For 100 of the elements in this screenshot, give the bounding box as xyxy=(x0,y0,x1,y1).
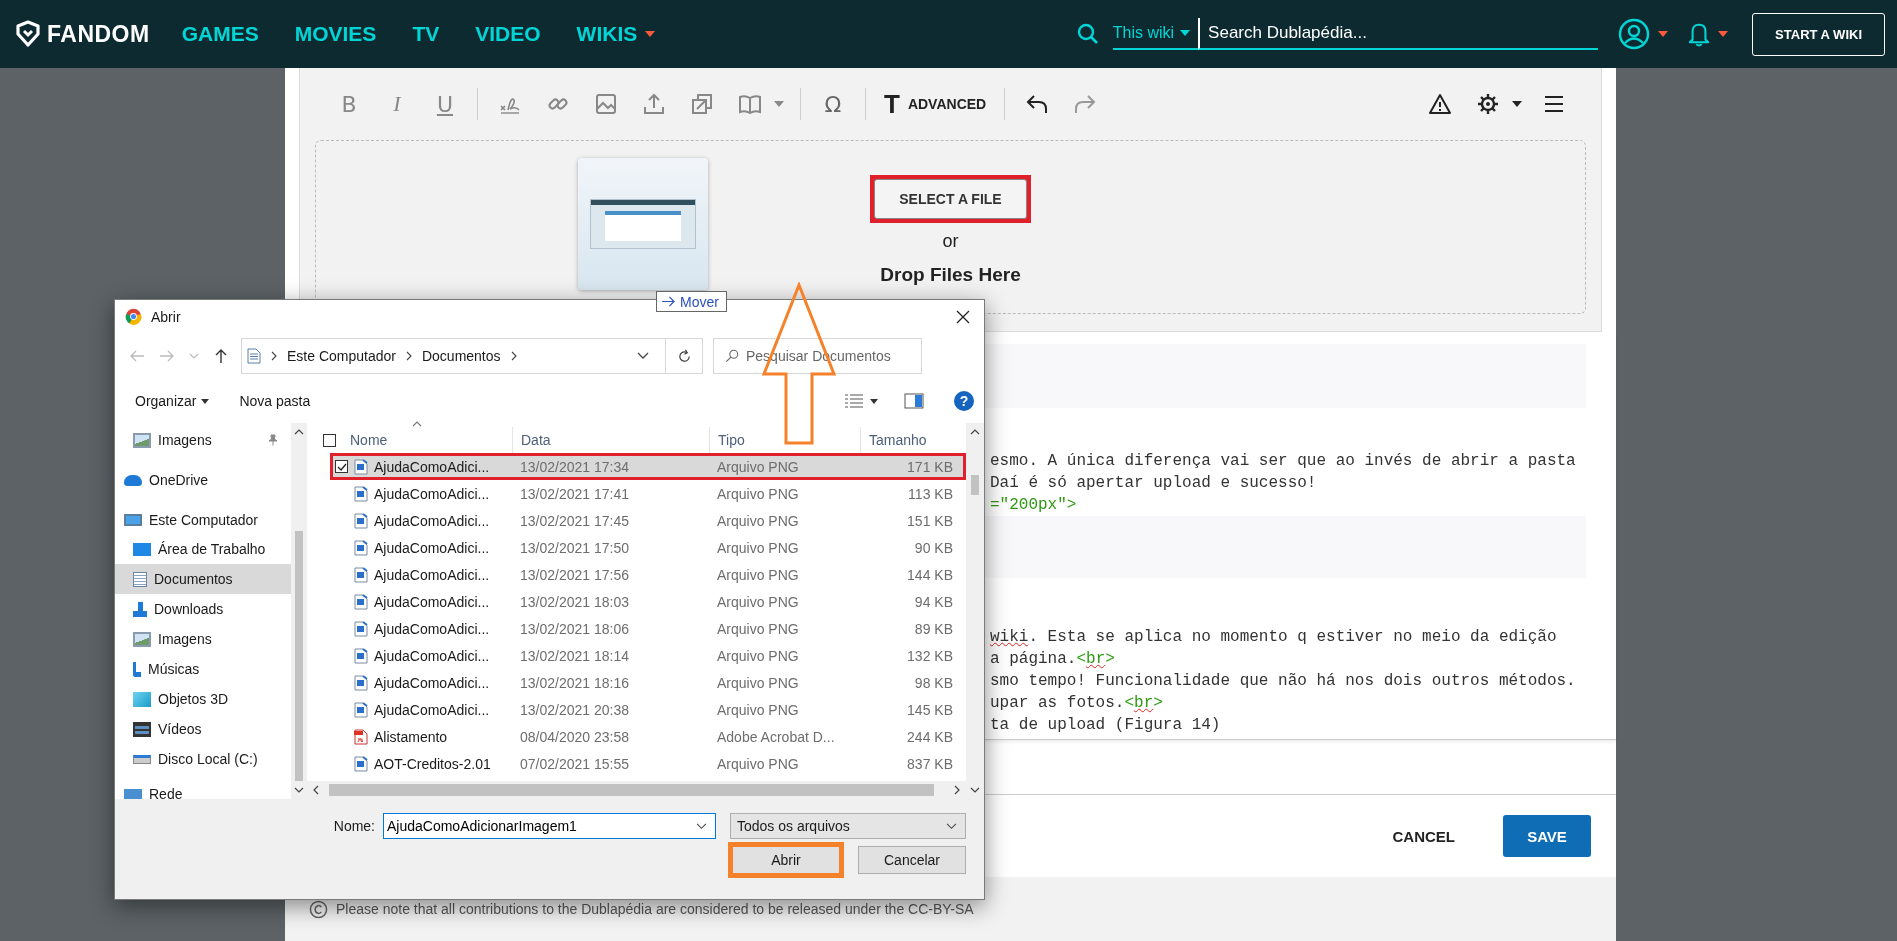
file-row[interactable]: AjudaComoAdici... 13/02/2021 17:41 Arquivo PNG 113 KB xyxy=(330,480,966,507)
scroll-down-icon[interactable] xyxy=(294,787,304,793)
navigation-item[interactable]: Músicas xyxy=(115,654,291,684)
navigation-item[interactable]: Disco Local (C:) xyxy=(115,744,291,774)
file-row[interactable]: AjudaComoAdici... 13/02/2021 20:38 Arquivo PNG 145 KB xyxy=(330,696,966,723)
scroll-thumb[interactable] xyxy=(295,531,303,781)
nav-link[interactable]: TV xyxy=(412,22,440,46)
image-file-icon xyxy=(354,701,368,718)
file-row[interactable]: AjudaComoAdici... 13/02/2021 17:34 Arquivo PNG 171 KB xyxy=(330,453,966,480)
file-name: AjudaComoAdici... xyxy=(374,566,490,583)
nav-link[interactable]: GAMES xyxy=(181,22,259,46)
preview-pane-icon[interactable] xyxy=(904,393,924,409)
file-size: 94 KB xyxy=(913,593,954,610)
scroll-left-icon[interactable] xyxy=(313,785,319,795)
caret-icon xyxy=(1180,30,1191,36)
breadcrumb-item[interactable]: Documentos xyxy=(421,348,501,364)
file-name: AjudaComoAdici... xyxy=(374,485,490,502)
file-row[interactable]: Alistamento 08/04/2020 23:58 Adobe Acrobat D... 244 KB xyxy=(330,723,966,750)
navigation-item[interactable]: Imagens xyxy=(115,624,291,654)
file-name: AjudaComoAdici... xyxy=(374,512,490,529)
navigation-item[interactable]: Área de Trabalho xyxy=(115,534,291,564)
file-date: 13/02/2021 17:34 xyxy=(519,458,630,475)
redo-icon[interactable] xyxy=(1073,92,1098,116)
scroll-thumb[interactable] xyxy=(329,784,934,796)
start-wiki-button[interactable]: START A WIKI xyxy=(1752,12,1885,56)
scroll-thumb[interactable] xyxy=(971,475,979,495)
nav-link[interactable]: MOVIES xyxy=(294,22,377,46)
scroll-up-icon[interactable] xyxy=(294,429,304,435)
pdf-file-icon xyxy=(354,728,368,745)
code-line: upar as fotos.<br> xyxy=(990,693,1163,714)
navigation-item[interactable]: Documentos xyxy=(115,564,291,594)
settings-icon xyxy=(1476,92,1500,116)
chevron-right-icon[interactable] xyxy=(510,351,517,361)
file-date: 13/02/2021 18:14 xyxy=(519,647,630,664)
refresh-icon[interactable] xyxy=(676,348,692,364)
select-file-button[interactable]: SELECT A FILE xyxy=(874,178,1027,219)
file-row[interactable]: AjudaComoAdici... 13/02/2021 18:16 Arquivo PNG 98 KB xyxy=(330,669,966,696)
search-scope-dropdown[interactable]: This wiki xyxy=(1112,18,1199,50)
navigation-item[interactable]: Este Computador xyxy=(115,506,291,534)
chevron-down-icon[interactable] xyxy=(696,823,707,830)
file-name-field[interactable]: AjudaComoAdicionarImagem1 xyxy=(383,813,716,839)
warning-icon[interactable] xyxy=(1428,92,1452,116)
close-icon[interactable] xyxy=(956,309,970,324)
nav-link[interactable]: VIDEO xyxy=(475,22,541,46)
file-row[interactable]: AjudaComoAdici... 13/02/2021 17:45 Arquivo PNG 151 KB xyxy=(330,507,966,534)
file-row[interactable]: AjudaComoAdici... 13/02/2021 17:56 Arquivo PNG 144 KB xyxy=(330,561,966,588)
file-date: 13/02/2021 17:41 xyxy=(519,485,630,502)
advanced-button[interactable]: T ADVANCED xyxy=(884,88,987,120)
user-icon[interactable] xyxy=(1618,18,1651,50)
navigation-item[interactable]: Imagens xyxy=(115,426,291,454)
nav-link[interactable]: WIKIS xyxy=(576,22,656,46)
image-icon[interactable] xyxy=(594,92,618,116)
scrollbar[interactable] xyxy=(291,423,307,799)
scroll-up-icon[interactable] xyxy=(970,429,980,435)
caret-icon[interactable] xyxy=(1658,31,1669,37)
chevron-down-icon[interactable] xyxy=(637,352,649,360)
save-button[interactable]: SAVE xyxy=(1503,815,1591,857)
view-options-button[interactable] xyxy=(844,393,878,409)
scrollbar[interactable] xyxy=(966,423,984,799)
code-line: smo tempo! Funcionalidade que não há nos dois outros métodos. xyxy=(990,671,1576,692)
image-file-icon xyxy=(354,755,368,772)
logo-text[interactable]: FANDOM xyxy=(47,20,150,48)
file-row[interactable]: AjudaComoAdici... 13/02/2021 18:14 Arquivo PNG 132 KB xyxy=(330,642,966,669)
command-button[interactable]: Nova pasta xyxy=(239,393,311,409)
file-size: 171 KB xyxy=(906,458,954,475)
file-type: Arquivo PNG xyxy=(716,647,800,664)
scroll-down-icon[interactable] xyxy=(970,787,980,793)
file-row[interactable]: AjudaComoAdici... 13/02/2021 18:03 Arquivo PNG 94 KB xyxy=(330,588,966,615)
gallery-icon[interactable] xyxy=(690,92,714,116)
image-file-icon xyxy=(354,620,368,637)
file-type-dropdown[interactable]: Todos os arquivos xyxy=(730,813,966,839)
file-type: Arquivo PNG xyxy=(716,593,800,610)
search-icon[interactable] xyxy=(1076,23,1099,45)
bell-icon[interactable] xyxy=(1688,21,1711,47)
breadcrumb-item[interactable]: Este Computador xyxy=(287,348,396,364)
navigation-item[interactable]: Vídeos xyxy=(115,714,291,744)
file-row[interactable]: AjudaComoAdici... 13/02/2021 18:06 Arquivo PNG 89 KB xyxy=(330,615,966,642)
up-icon[interactable] xyxy=(213,348,229,364)
navigation-item[interactable]: Rede xyxy=(115,780,291,799)
cancel-button[interactable]: CANCEL xyxy=(1392,827,1455,845)
address-bar[interactable]: Este Computador Documentos xyxy=(241,338,703,374)
code-line: Daí é só apertar upload e sucesso! xyxy=(990,473,1317,494)
undo-icon[interactable] xyxy=(1025,92,1050,116)
scroll-right-icon[interactable] xyxy=(954,785,960,795)
navigation-item[interactable]: OneDrive xyxy=(115,466,291,494)
special-characters-button[interactable]: Ω xyxy=(809,91,857,117)
navigation-item[interactable]: Objetos 3D xyxy=(115,684,291,714)
dialog-button[interactable]: Cancelar xyxy=(858,846,966,874)
file-row[interactable]: AjudaComoAdici... 13/02/2021 17:50 Arquivo PNG 90 KB xyxy=(330,534,966,561)
column-header[interactable]: Nome xyxy=(346,427,512,453)
help-button[interactable]: ? xyxy=(954,391,974,411)
upload-icon[interactable] xyxy=(642,92,666,116)
logo-icon[interactable] xyxy=(14,20,42,48)
checkbox[interactable] xyxy=(335,460,348,473)
search-field[interactable]: Search Dublapédia... xyxy=(1198,18,1599,50)
file-row[interactable]: AOT-Creditos-2.01 07/02/2021 15:55 Arquivo PNG 837 KB xyxy=(330,750,966,777)
checkbox[interactable] xyxy=(323,433,336,447)
navigation-item[interactable]: Downloads xyxy=(115,594,291,624)
command-button[interactable]: Organizar xyxy=(135,393,210,409)
caret-icon[interactable] xyxy=(1718,31,1729,37)
